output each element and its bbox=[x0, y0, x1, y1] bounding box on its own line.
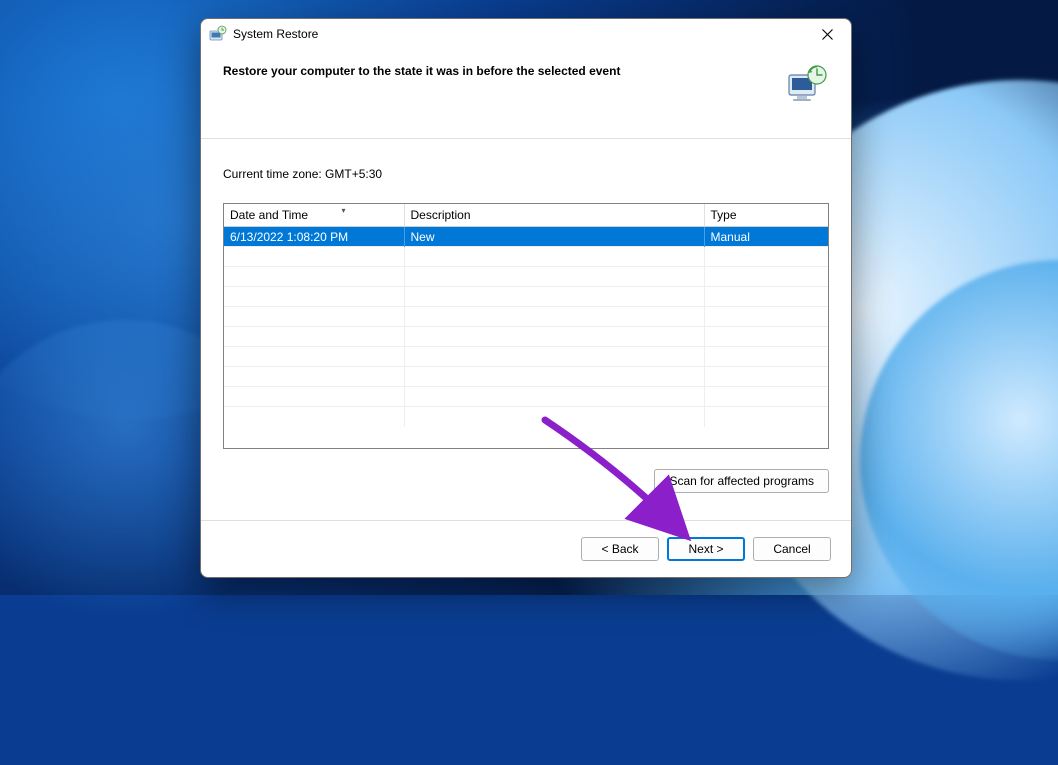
close-icon bbox=[822, 29, 833, 40]
col-header-description[interactable]: Description bbox=[404, 204, 704, 227]
back-button[interactable]: < Back bbox=[581, 537, 659, 561]
table-row[interactable]: 6/13/2022 1:08:20 PM New Manual bbox=[224, 227, 828, 247]
close-button[interactable] bbox=[805, 19, 849, 49]
table-row bbox=[224, 367, 828, 387]
scan-affected-programs-button[interactable]: Scan for affected programs bbox=[654, 469, 829, 493]
cell-description: New bbox=[404, 227, 704, 247]
next-button[interactable]: Next > bbox=[667, 537, 745, 561]
titlebar: System Restore bbox=[201, 19, 851, 49]
cell-datetime: 6/13/2022 1:08:20 PM bbox=[224, 227, 404, 247]
timezone-label: Current time zone: GMT+5:30 bbox=[223, 167, 829, 181]
system-restore-dialog: System Restore Restore your computer to … bbox=[200, 18, 852, 578]
restore-points-table[interactable]: Date and Time ▾ Description Type 6/13/20… bbox=[223, 203, 829, 449]
table-row bbox=[224, 407, 828, 427]
sort-desc-icon: ▾ bbox=[341, 206, 345, 215]
wizard-heading: Restore your computer to the state it wa… bbox=[223, 63, 775, 80]
table-row bbox=[224, 307, 828, 327]
restore-computer-icon bbox=[785, 63, 829, 107]
table-row bbox=[224, 387, 828, 407]
col-header-datetime[interactable]: Date and Time ▾ bbox=[224, 204, 404, 227]
wizard-footer: < Back Next > Cancel bbox=[201, 520, 851, 577]
cancel-button[interactable]: Cancel bbox=[753, 537, 831, 561]
window-title: System Restore bbox=[233, 27, 318, 41]
table-row bbox=[224, 347, 828, 367]
wizard-header: Restore your computer to the state it wa… bbox=[201, 49, 851, 139]
cell-type: Manual bbox=[704, 227, 828, 247]
col-header-type[interactable]: Type bbox=[704, 204, 828, 227]
table-row bbox=[224, 267, 828, 287]
table-row bbox=[224, 247, 828, 267]
table-row bbox=[224, 327, 828, 347]
table-row bbox=[224, 287, 828, 307]
system-restore-icon bbox=[209, 25, 227, 43]
